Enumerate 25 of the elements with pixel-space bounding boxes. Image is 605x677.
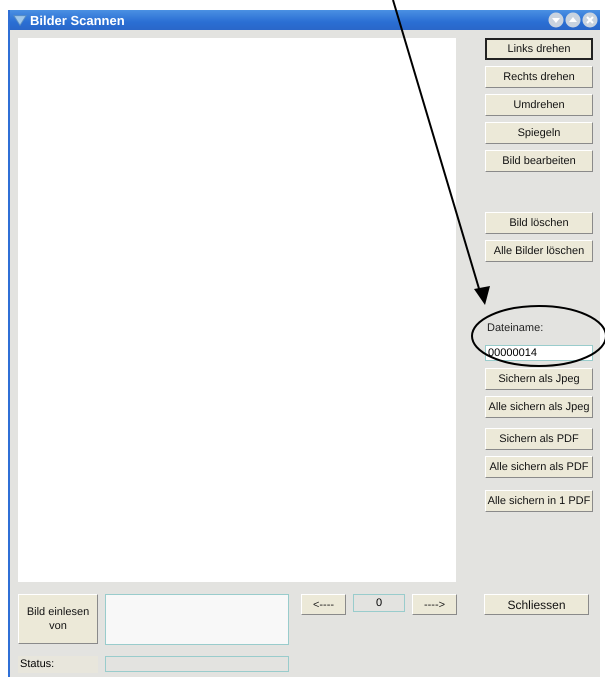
action-button[interactable]: Bild löschen — [485, 212, 593, 234]
status-label: Status: — [18, 656, 98, 673]
action-button[interactable]: Alle sichern in 1 PDF — [485, 490, 593, 512]
scan-source-button[interactable]: Bild einlesen von — [18, 594, 98, 644]
previous-button[interactable]: <---- — [301, 594, 346, 615]
action-button[interactable]: Links drehen — [485, 38, 593, 60]
close-icon[interactable] — [582, 12, 598, 28]
window-title: Bilder Scannen — [30, 12, 126, 28]
action-button[interactable]: Sichern als PDF — [485, 428, 593, 450]
action-button[interactable]: Sichern als Jpeg — [485, 368, 593, 390]
filename-label: Dateiname: — [486, 321, 544, 336]
close-button[interactable]: Schliessen — [484, 594, 589, 615]
action-button[interactable]: Alle Bilder löschen — [485, 240, 593, 262]
maximize-icon[interactable] — [565, 12, 581, 28]
minimize-icon[interactable] — [548, 12, 564, 28]
action-button[interactable]: Rechts drehen — [485, 66, 593, 88]
action-button[interactable]: Umdrehen — [485, 94, 593, 116]
action-button[interactable]: Bild bearbeiten — [485, 150, 593, 172]
action-button[interactable]: Spiegeln — [485, 122, 593, 144]
page-counter: 0 — [353, 594, 405, 612]
next-button[interactable]: ----> — [412, 594, 457, 615]
action-button[interactable]: Alle sichern als PDF — [485, 456, 593, 478]
filename-field[interactable]: 00000014 — [485, 345, 593, 361]
app-icon — [13, 13, 27, 27]
action-button[interactable]: Alle sichern als Jpeg — [485, 396, 593, 418]
